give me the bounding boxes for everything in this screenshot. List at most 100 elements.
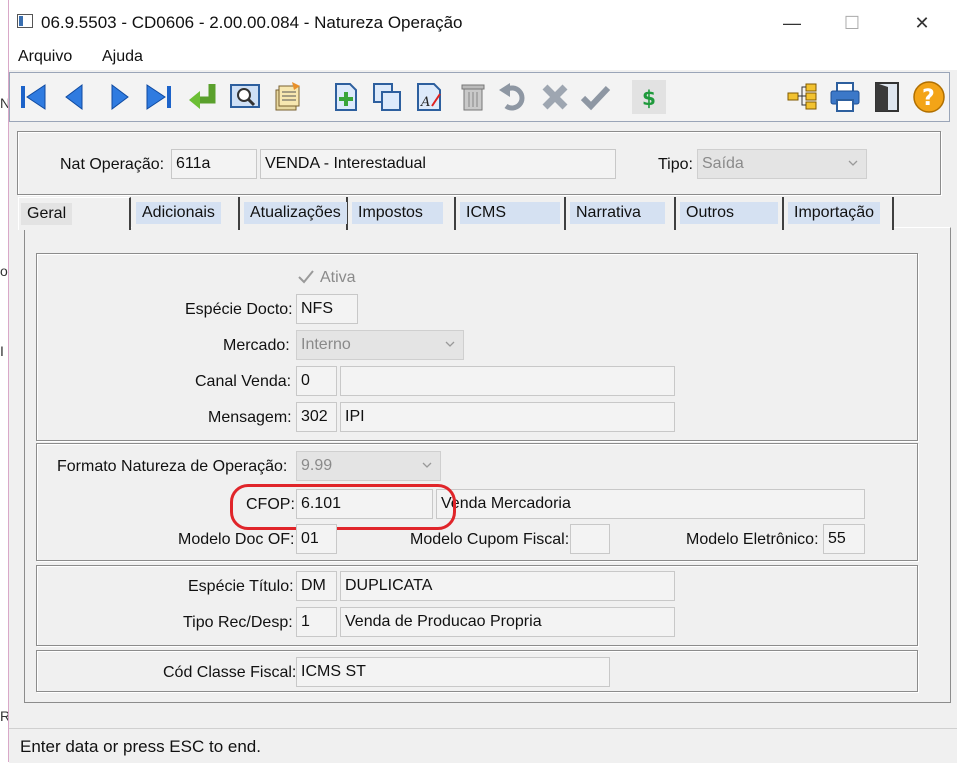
menu-ajuda[interactable]: Ajuda: [102, 48, 143, 66]
svg-text:$: $: [642, 86, 656, 110]
next-record-icon: [111, 84, 129, 110]
canal-venda-code-field[interactable]: 0: [296, 366, 337, 396]
svg-text:A: A: [420, 95, 430, 110]
previous-record-icon: [65, 84, 83, 110]
first-record-button[interactable]: [16, 80, 50, 114]
mensagem-code-field[interactable]: 302: [296, 402, 337, 432]
tree-button[interactable]: [786, 80, 820, 114]
menu-bar: Arquivo Ajuda: [9, 44, 957, 70]
modelo-doc-label: Modelo Doc OF:: [178, 531, 295, 548]
next-record-button[interactable]: [102, 80, 136, 114]
tree-icon: [787, 83, 817, 110]
app-icon[interactable]: [17, 14, 33, 28]
tipo-select[interactable]: Saída: [697, 149, 867, 179]
search-icon: [230, 84, 260, 108]
help-button[interactable]: ?: [912, 80, 946, 114]
go-to-button[interactable]: [186, 80, 220, 114]
cancel-button[interactable]: [538, 80, 572, 114]
window-title: 06.9.5503 - CD0606 - 2.00.00.084 - Natur…: [41, 13, 463, 32]
save-button[interactable]: [578, 80, 612, 114]
maximize-button[interactable]: ☐: [829, 8, 875, 38]
tab-label: Impostos: [352, 202, 443, 224]
title-bar[interactable]: 06.9.5503 - CD0606 - 2.00.00.084 - Natur…: [9, 0, 957, 44]
list-button[interactable]: [270, 80, 304, 114]
tab-label: ICMS: [460, 202, 560, 224]
tab-label: Importação: [788, 202, 881, 224]
background-char: I: [0, 343, 4, 359]
canal-venda-desc-field[interactable]: [340, 366, 675, 396]
delete-icon: [461, 84, 485, 111]
print-icon: [830, 82, 860, 112]
tipo-rec-desc-field[interactable]: Venda de Producao Propria: [340, 607, 675, 637]
print-button[interactable]: [828, 80, 862, 114]
especie-titulo-code-field[interactable]: DM: [296, 571, 337, 601]
close-button[interactable]: ✕: [899, 8, 945, 38]
svg-text:?: ?: [922, 86, 935, 111]
tab-label: Adicionais: [136, 202, 221, 224]
ativa-label: Ativa: [320, 269, 356, 286]
nat-operacao-label: Nat Operação:: [60, 156, 165, 173]
especie-docto-field[interactable]: NFS: [296, 294, 358, 324]
new-record-button[interactable]: [328, 80, 362, 114]
chevron-down-icon: [848, 160, 858, 166]
mercado-select[interactable]: Interno: [296, 330, 464, 360]
tipo-rec-code-field[interactable]: 1: [296, 607, 337, 637]
formato-label: Formato Natureza de Operação:: [57, 458, 288, 475]
cancel-icon: [542, 84, 568, 110]
formato-select[interactable]: 9.99: [296, 451, 441, 481]
canal-venda-label: Canal Venda:: [195, 373, 292, 390]
modelo-eletronico-label: Modelo Eletrônico:: [686, 531, 819, 548]
first-record-icon: [21, 84, 46, 110]
cfop-desc-field[interactable]: Venda Mercadoria: [436, 489, 865, 519]
modelo-eletronico-field[interactable]: 55: [823, 524, 865, 554]
tab-label: Atualizações: [244, 202, 347, 224]
mercado-label: Mercado:: [223, 337, 290, 354]
modelo-doc-field[interactable]: 01: [296, 524, 337, 554]
last-record-button[interactable]: [142, 80, 176, 114]
undo-icon: [499, 83, 525, 111]
undo-button[interactable]: [496, 80, 530, 114]
application-window: 06.9.5503 - CD0606 - 2.00.00.084 - Natur…: [8, 0, 957, 763]
price-button[interactable]: $: [632, 80, 666, 114]
tab-label: Narrativa: [570, 202, 665, 224]
list-icon: [275, 82, 300, 111]
copy-button[interactable]: [370, 80, 404, 114]
tab-impostos[interactable]: Impostos: [348, 197, 456, 230]
edit-icon: A: [417, 83, 441, 111]
minimize-button[interactable]: —: [769, 8, 815, 38]
tab-importacao[interactable]: Importação: [784, 197, 894, 230]
menu-arquivo[interactable]: Arquivo: [18, 48, 72, 66]
modelo-cupom-label: Modelo Cupom Fiscal:: [410, 531, 570, 548]
search-button[interactable]: [228, 80, 262, 114]
tab-narrativa[interactable]: Narrativa: [566, 197, 676, 230]
nat-operacao-desc-field[interactable]: VENDA - Interestadual: [260, 149, 616, 179]
tab-label: Geral: [21, 203, 73, 225]
mercado-value: Interno: [301, 336, 351, 353]
tipo-label: Tipo:: [658, 156, 693, 173]
status-text: Enter data or press ESC to end.: [20, 737, 261, 756]
tab-icms[interactable]: ICMS: [456, 197, 566, 230]
previous-record-button[interactable]: [58, 80, 92, 114]
tab-adicionais[interactable]: Adicionais: [132, 197, 240, 230]
nat-operacao-code-field[interactable]: 611a: [171, 149, 257, 179]
exit-icon: [875, 82, 899, 112]
price-icon: $: [642, 86, 656, 110]
go-to-icon: [189, 84, 216, 109]
help-icon: ?: [913, 81, 945, 113]
tab-geral[interactable]: Geral: [18, 197, 131, 230]
copy-icon: [373, 83, 401, 111]
cod-classe-field[interactable]: ICMS ST: [296, 657, 610, 687]
modelo-cupom-field[interactable]: [570, 524, 610, 554]
especie-titulo-desc-field[interactable]: DUPLICATA: [340, 571, 675, 601]
delete-button[interactable]: [456, 80, 490, 114]
exit-button[interactable]: [870, 80, 904, 114]
tab-label: Outros: [680, 202, 779, 224]
chevron-down-icon: [422, 462, 432, 468]
ativa-checkbox[interactable]: [297, 268, 315, 286]
tab-outros[interactable]: Outros: [676, 197, 784, 230]
tipo-value: Saída: [702, 155, 744, 172]
tab-atualizacoes[interactable]: Atualizações: [240, 197, 348, 230]
mensagem-desc-field[interactable]: IPI: [340, 402, 675, 432]
edit-button[interactable]: A: [412, 80, 446, 114]
especie-titulo-label: Espécie Título:: [188, 578, 294, 595]
